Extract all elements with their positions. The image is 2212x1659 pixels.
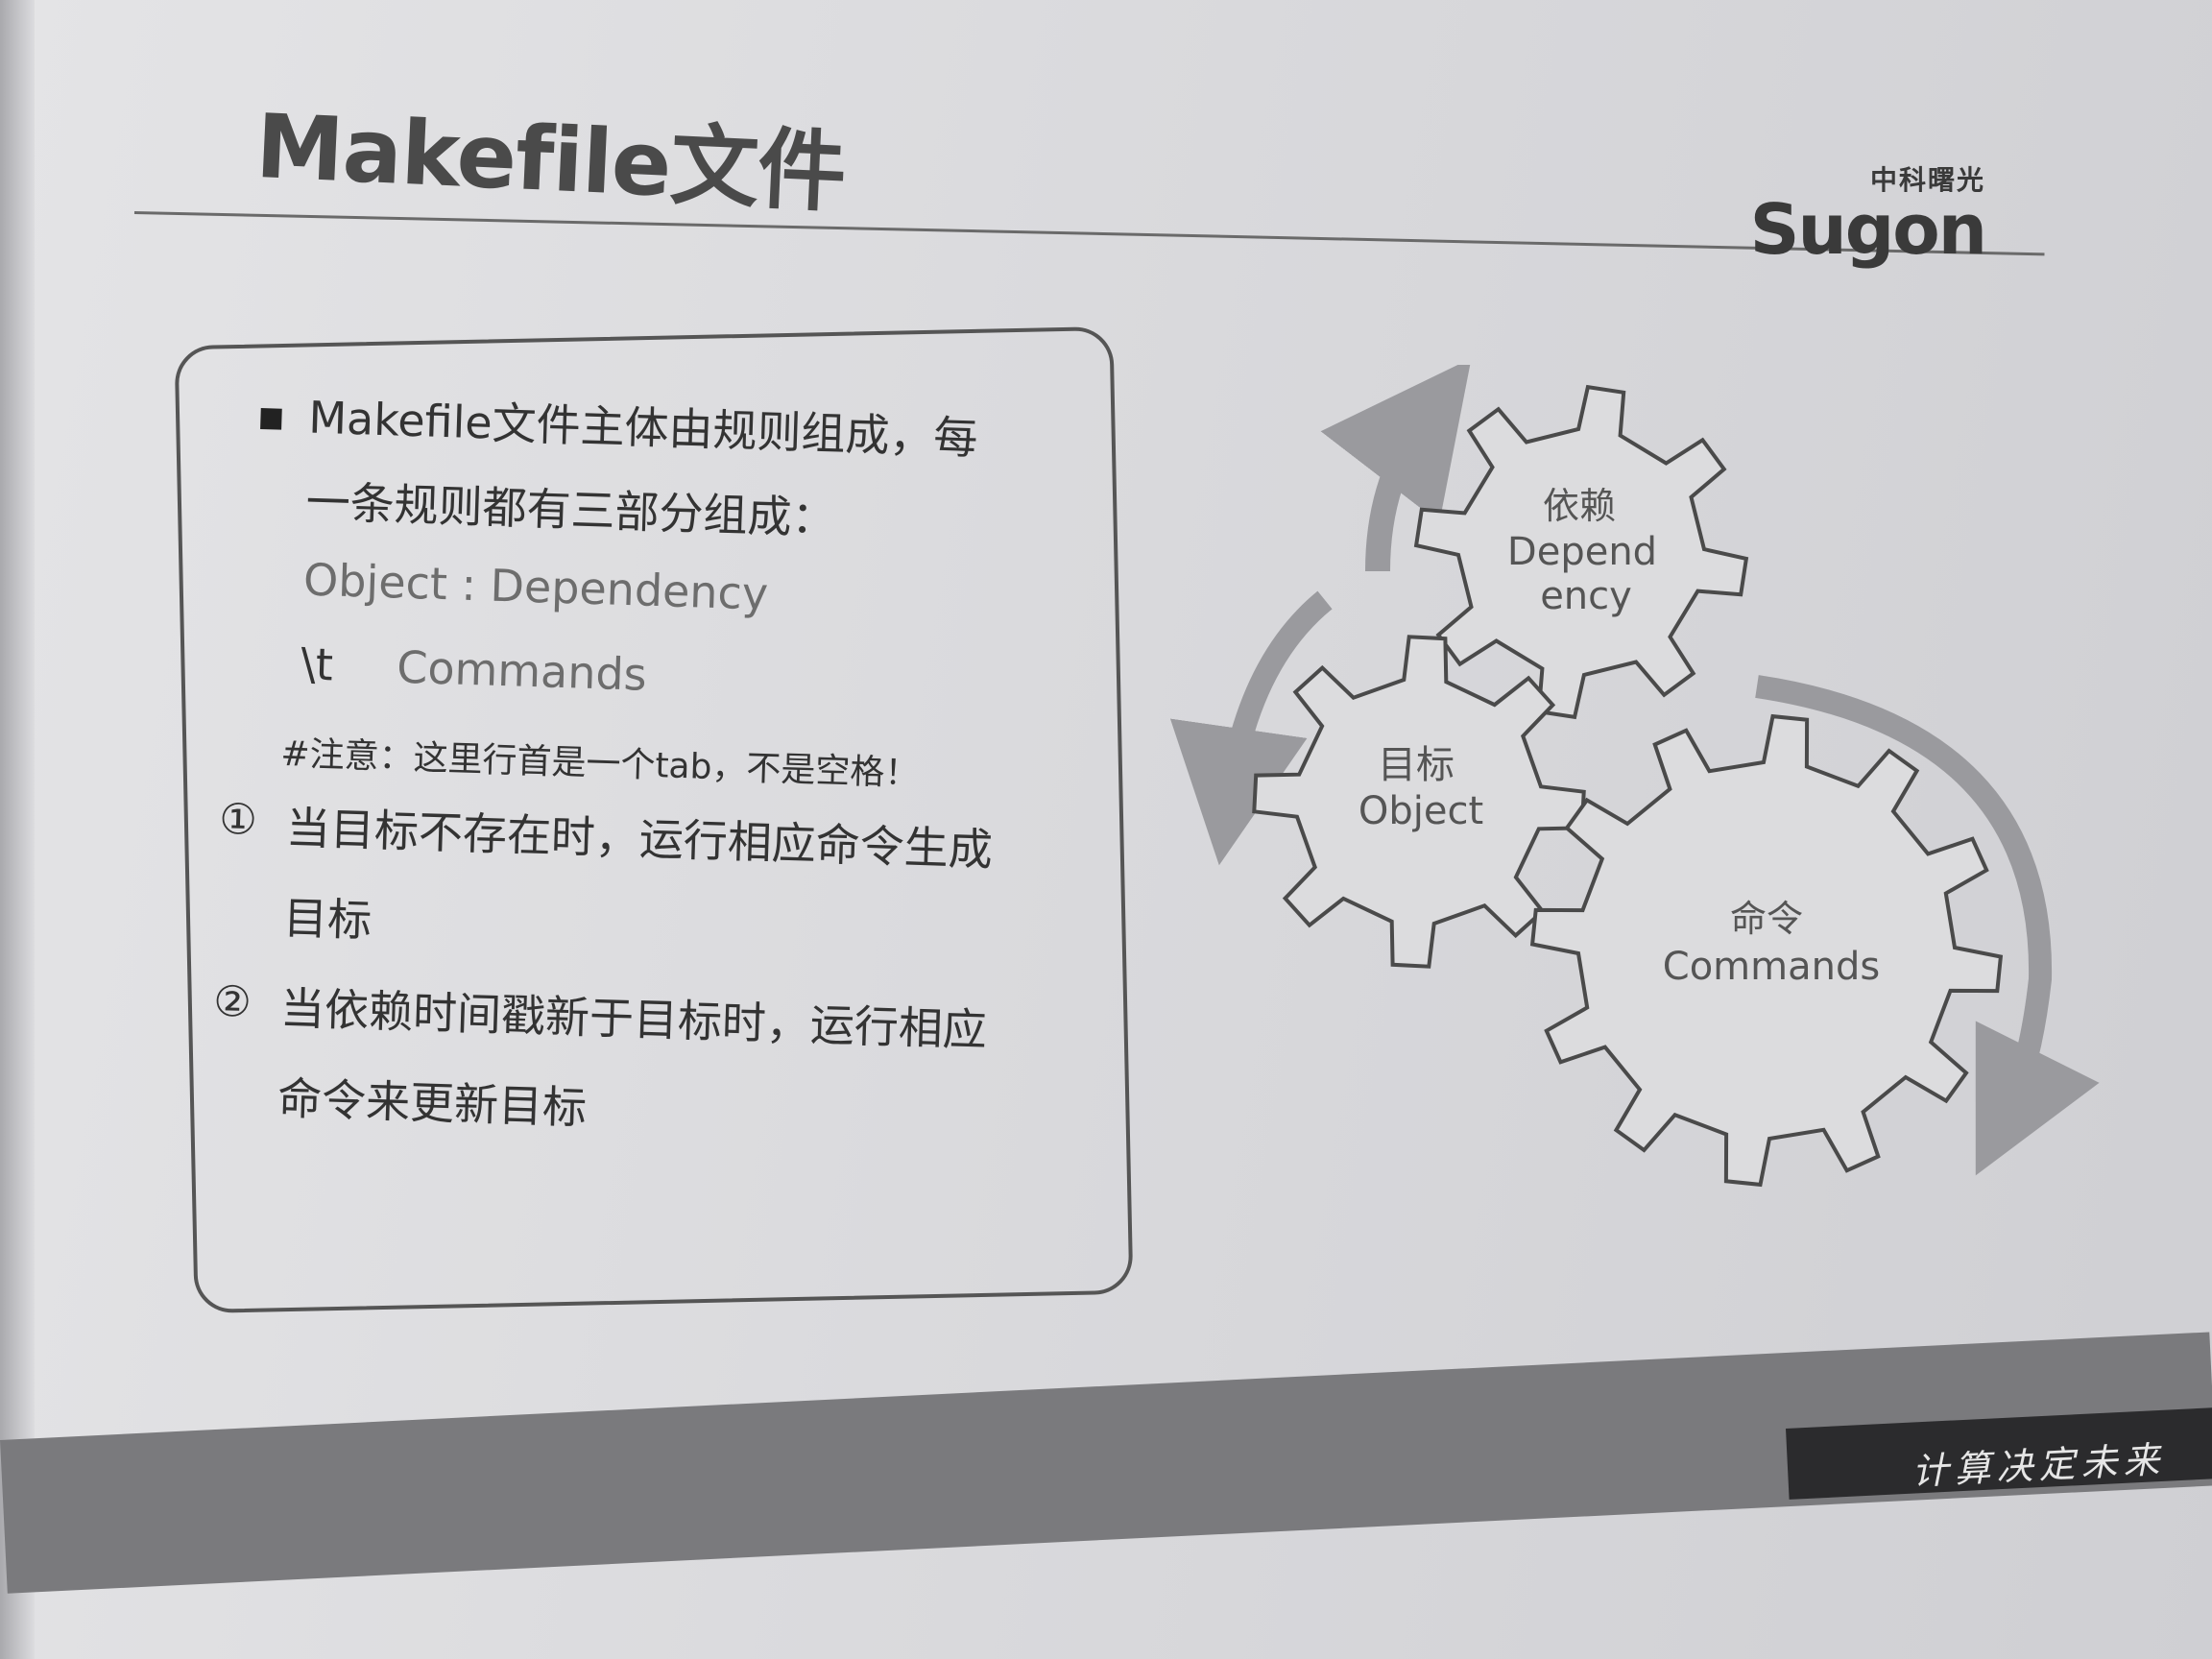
logo-english-text: Sugon — [1749, 189, 1987, 270]
tab-note: #注意：这里行首是一个tab，不是空格！ — [279, 733, 920, 794]
gears-svg: 依赖 Depend ency 目标 Object 命令 Commands — [1169, 358, 2100, 1188]
cycle-arrow-top — [1320, 358, 1472, 572]
item-2-line-1: 当依赖时间戳新于目标时，运行相应 — [279, 981, 988, 1057]
syntax-commands: Commands — [396, 640, 648, 701]
intro-line-2: 一条规则都有三部分组成： — [304, 475, 837, 544]
commands-label-en: Commands — [1663, 945, 1880, 989]
intro-line-1: Makefile文件主体由规则组成，每 — [307, 391, 979, 465]
dependency-label-cn: 依赖 — [1543, 485, 1616, 527]
dependency-label-en-2: ency — [1540, 574, 1632, 618]
object-label-cn: 目标 — [1378, 743, 1455, 787]
item-2-marker: ② — [212, 976, 252, 1027]
page-edge-shadow — [0, 0, 35, 1659]
item-1-line-2: 目标 — [282, 892, 373, 947]
rules-content-box: Makefile文件主体由规则组成，每 一条规则都有三部分组成： Object … — [174, 325, 1134, 1314]
bullet-square-icon — [260, 408, 282, 430]
object-label-en: Object — [1358, 789, 1483, 833]
commands-label-cn: 命令 — [1730, 898, 1803, 940]
item-1-marker: ① — [218, 794, 258, 846]
item-1-line-1: 当目标不存在时，运行相应命令生成 — [285, 802, 994, 877]
sugon-logo: 中科曙光 Sugon — [1736, 165, 1987, 270]
dependency-label-en-1: Depend — [1507, 530, 1657, 574]
item-2-line-2: 命令来更新目标 — [276, 1071, 588, 1135]
slide-title: Makefile文件 — [253, 94, 848, 225]
gears-diagram: 依赖 Depend ency 目标 Object 命令 Commands — [1152, 358, 2160, 1229]
slide-page: Makefile文件 中科曙光 Sugon Makefile文件主体由规则组成，… — [0, 0, 2212, 1659]
syntax-object-dependency: Object : Dependency — [302, 553, 769, 620]
rules-content-inner: Makefile文件主体由规则组成，每 一条规则都有三部分组成： Object … — [148, 349, 1109, 1338]
syntax-tab-marker: \t — [300, 637, 334, 691]
